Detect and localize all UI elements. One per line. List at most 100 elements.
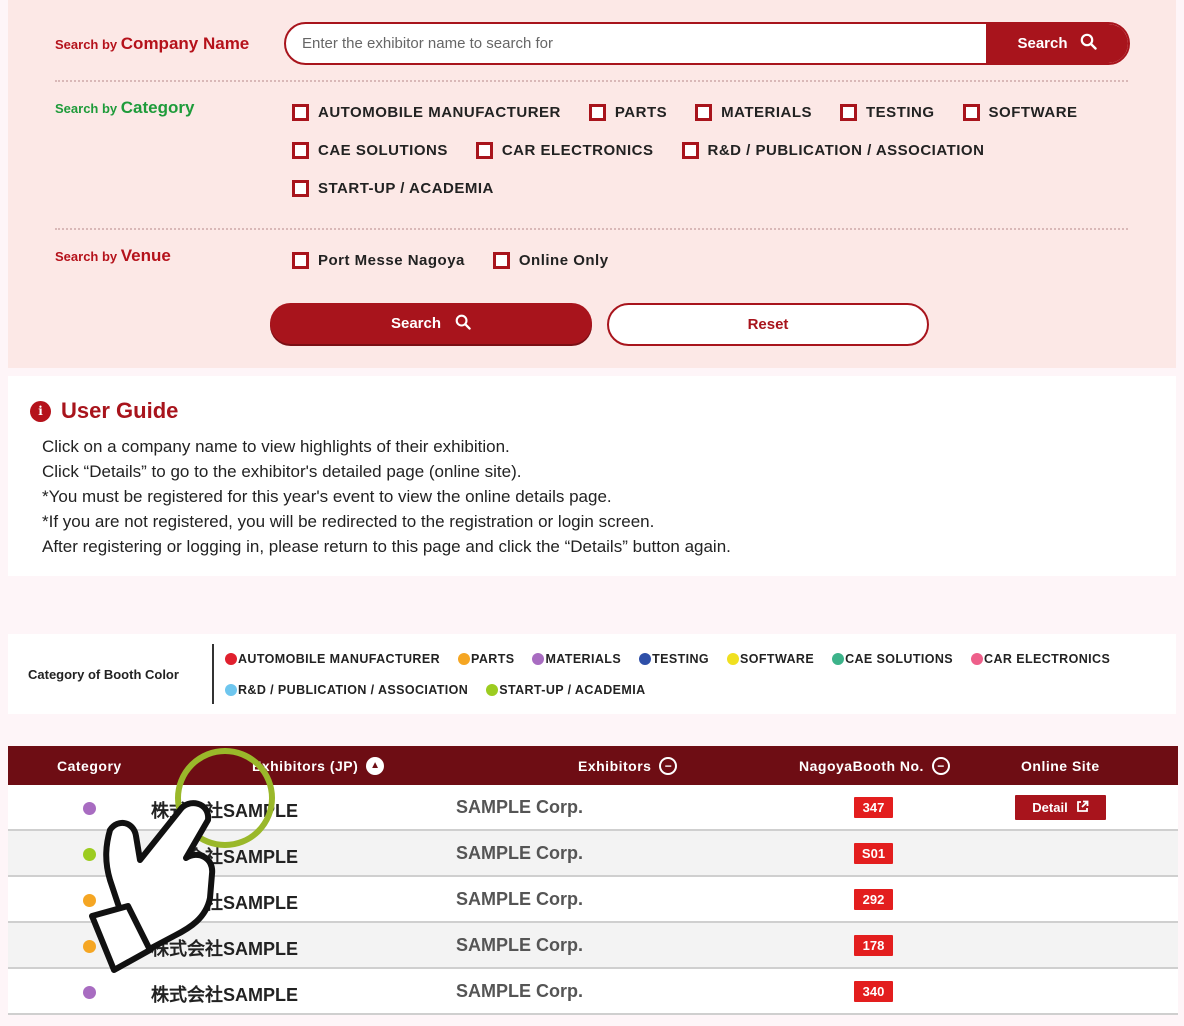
checkbox[interactable] [840,104,858,121]
label-prefix: Search by [55,37,118,52]
checkbox[interactable] [292,142,309,159]
legend-color-dot [225,653,237,665]
legend-item: MATERIALS [532,652,621,666]
legend-item: START-UP / ACADEMIA [486,683,645,697]
search-panel: Search by Company Name Search Search by … [8,0,1176,368]
legend-label: CAR ELECTRONICS [984,652,1111,666]
category-row-3: START-UP / ACADEMIA [292,180,522,197]
venue-checkbox-online[interactable]: Online Only [492,252,609,269]
legend-label: AUTOMOBILE MANUFACTURER [238,652,441,666]
reset-button[interactable]: Reset [607,303,929,346]
header-label: Category [57,757,122,774]
company-name-jp-link[interactable]: 株式会社SAMPLE [151,843,298,869]
company-name-en: SAMPLE Corp. [456,889,584,909]
sort-neutral-icon[interactable]: − [659,756,678,775]
category-checkbox-car-electronics[interactable]: CAR ELECTRONICS [475,142,654,159]
header-label: NagoyaBooth No. [799,757,924,774]
guide-line: Click “Details” to go to the exhibitor's… [42,462,522,481]
category-color-dot [83,848,96,861]
detail-button-label: Detail [1032,800,1068,815]
checkbox[interactable] [292,104,309,121]
info-icon: i [30,400,51,422]
checkbox[interactable] [292,252,309,269]
checkbox[interactable] [492,252,510,269]
header-booth[interactable]: NagoyaBooth No. − [799,746,950,785]
category-checkbox-rnd[interactable]: R&D / PUBLICATION / ASSOCIATION [681,142,985,159]
legend-color-dot [458,653,471,665]
label-prefix: Search by [55,101,118,116]
divider [55,228,1128,230]
header-exhibitors-jp[interactable]: Exhibitors (JP) ▲ [252,746,385,785]
category-checkbox-startup[interactable]: START-UP / ACADEMIA [292,180,494,197]
checkbox[interactable] [588,104,606,121]
checkbox[interactable] [475,142,493,159]
legend-label: START-UP / ACADEMIA [499,683,646,697]
header-exhibitors[interactable]: Exhibitors − [578,746,678,785]
legend-color-dot [832,653,845,665]
checkbox[interactable] [292,180,309,197]
guide-title-text: User Guide [61,398,179,423]
category-checkbox-cae[interactable]: CAE SOLUTIONS [292,142,448,159]
category-checkbox-testing[interactable]: TESTING [840,104,935,121]
checkbox-label: SOFTWARE [988,104,1078,121]
checkbox-label: TESTING [866,104,935,121]
legend-color-dot [486,684,499,696]
legend-color-dot [225,684,237,696]
company-search-input[interactable] [286,24,986,63]
company-name-jp-link[interactable]: 株式会社SAMPLE [151,797,298,823]
legend-row-2: R&D / PUBLICATION / ASSOCIATION START-UP … [225,683,664,697]
legend-item: SOFTWARE [727,652,814,666]
label-main: Category [120,98,195,117]
legend-label: SOFTWARE [740,652,815,666]
company-search-button[interactable]: Search [986,24,1128,63]
company-name-en: SAMPLE Corp. [456,843,584,863]
checkbox[interactable] [681,142,699,159]
company-name-jp-link[interactable]: 株式会社SAMPLE [151,935,298,961]
user-guide: i User Guide Click on a company name to … [8,376,1176,576]
sort-neutral-icon[interactable]: − [931,756,950,775]
table-row: 株式会社SAMPLE SAMPLE Corp. 292 [8,877,1178,923]
label-main: Venue [120,246,171,265]
checkbox-label: AUTOMOBILE MANUFACTURER [318,104,561,121]
label-main: Company Name [120,34,250,53]
search-button-label: Search [1017,35,1068,52]
sort-ascending-icon[interactable]: ▲ [366,756,385,775]
search-button[interactable]: Search [270,303,592,344]
category-label: Search by Category [55,98,194,118]
search-icon [1080,33,1097,54]
user-guide-title: i User Guide [30,398,178,424]
checkbox-label: PARTS [614,104,668,121]
detail-button[interactable]: Detail [1015,795,1106,820]
checkbox[interactable] [962,104,980,121]
category-checkbox-materials[interactable]: MATERIALS [695,104,812,121]
booth-number-badge: 340 [854,981,893,1002]
venue-checkbox-port-messe[interactable]: Port Messe Nagoya [292,252,465,269]
company-name-jp-link[interactable]: 株式会社SAMPLE [151,981,298,1007]
table-row: 株式会社SAMPLE SAMPLE Corp. 347 Detail [8,785,1178,831]
company-name-jp-link[interactable]: 株式会社SAMPLE [151,889,298,915]
category-checkbox-parts[interactable]: PARTS [588,104,668,121]
legend-color-dot [971,653,984,665]
company-search-box: Search [284,22,1130,65]
checkbox-label: Online Only [518,252,609,269]
header-label: Exhibitors (JP) [252,757,359,774]
booth-number-badge: 347 [854,797,893,818]
guide-line: *If you are not registered, you will be … [42,512,655,531]
category-color-dot [83,894,96,907]
booth-number-badge: S01 [854,843,893,864]
legend-label: PARTS [471,652,515,666]
checkbox[interactable] [695,104,713,121]
legend-color-dot [727,653,740,665]
external-link-icon [1076,800,1089,816]
exhibitor-table: Category Exhibitors (JP) ▲ Exhibitors − … [8,746,1178,1015]
category-checkbox-software[interactable]: SOFTWARE [962,104,1078,121]
legend-label: CAE SOLUTIONS [845,652,954,666]
company-name-label: Search by Company Name [55,34,249,54]
header-label: Exhibitors [578,757,652,774]
checkbox-label: START-UP / ACADEMIA [318,180,494,197]
divider [55,80,1128,82]
booth-number-badge: 178 [854,935,893,956]
table-row: 株式会社SAMPLE SAMPLE Corp. S01 [8,831,1178,877]
category-checkbox-automobile[interactable]: AUTOMOBILE MANUFACTURER [292,104,561,121]
legend-title: Category of Booth Color [28,667,179,682]
